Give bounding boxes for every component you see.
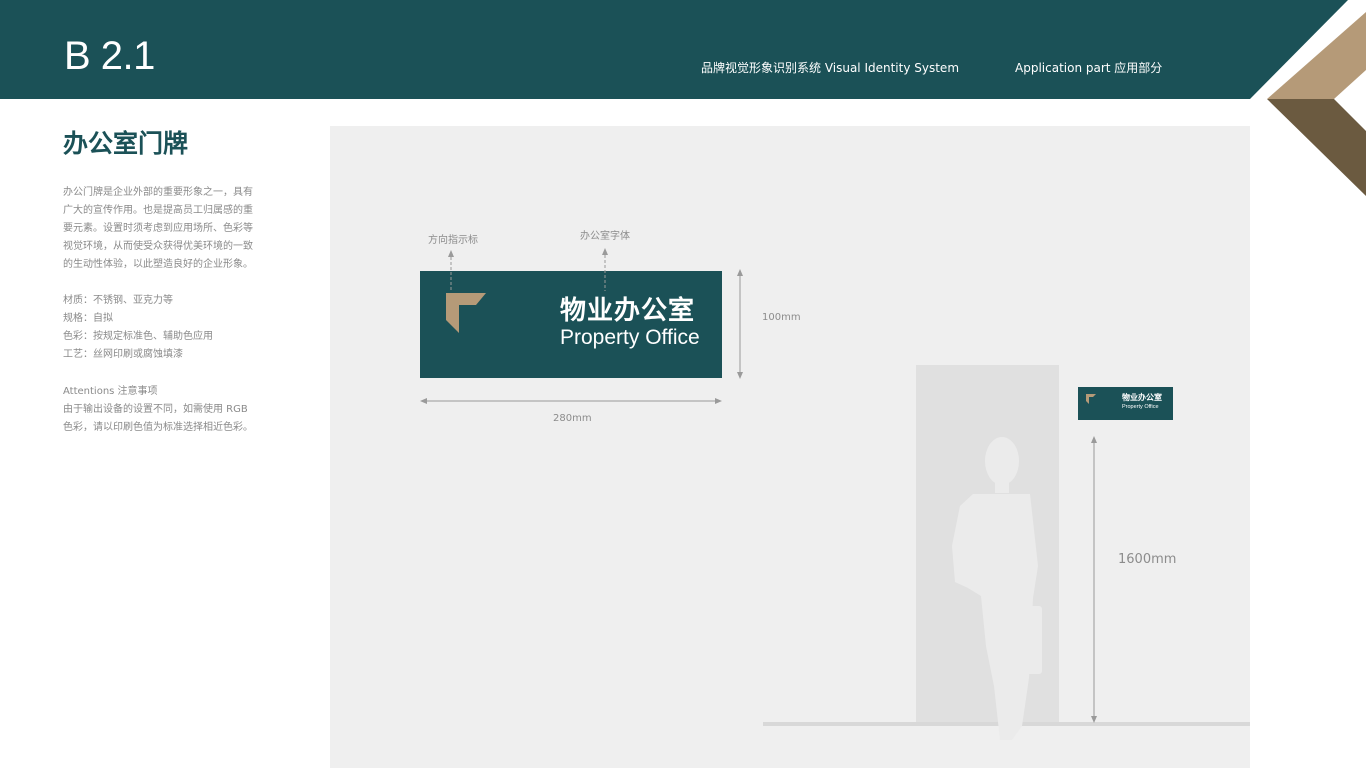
attention-title: Attentions 注意事项 (63, 386, 158, 397)
width-dimension: 280mm (553, 413, 592, 424)
sign-chinese-name: 物业办公室 (560, 296, 696, 326)
description-line: 要元素。设置时须考虑到应用场所、色彩等 (63, 223, 253, 234)
spec-size: 规格：自拟 (63, 313, 113, 324)
corner-decoration (1267, 0, 1366, 196)
description-line: 广大的宣传作用。也是提高员工归属感的重 (63, 205, 253, 216)
header-band: B 2.1 品牌视觉形象识别系统 Visual Identity System … (0, 0, 1366, 99)
attention-line: 由于输出设备的设置不同，如需使用 RGB (63, 404, 248, 415)
page-title: 办公室门牌 (63, 129, 189, 158)
attention-line: 色彩，请以印刷色值为标准选择相近色彩。 (63, 422, 253, 433)
height-dimension: 100mm (762, 312, 801, 323)
description-line: 的生动性体验，以此塑造良好的企业形象。 (63, 259, 253, 270)
description: 办公门牌是企业外部的重要形象之一，具有 广大的宣传作用。也是提高员工归属感的重 … (63, 184, 268, 274)
wall-sign-english-name: Property Office (1122, 404, 1159, 410)
system-label: 品牌视觉形象识别系统 Visual Identity System (701, 61, 960, 75)
section-code: B 2.1 (64, 34, 155, 78)
mockup-canvas (330, 126, 1250, 768)
sign-english-name: Property Office (560, 326, 700, 349)
header-shape (0, 0, 1348, 99)
wall-sign-chinese-name: 物业办公室 (1122, 393, 1162, 402)
mockup-drawing (420, 248, 1250, 740)
font-label: 办公室字体 (580, 231, 630, 242)
part-label: Application part 应用部分 (1015, 61, 1163, 75)
specs: 材质：不锈钢、亚克力等 规格：自拟 色彩：按规定标准色、辅助色应用 工艺：丝网印… (63, 292, 213, 364)
spec-process: 工艺：丝网印刷或腐蚀填漆 (63, 349, 183, 360)
mount-height-dimension: 1600mm (1118, 552, 1177, 567)
spec-color: 色彩：按规定标准色、辅助色应用 (63, 331, 213, 342)
description-line: 视觉环境，从而使受众获得优美环境的一致 (63, 241, 253, 252)
description-line: 办公门牌是企业外部的重要形象之一，具有 (63, 187, 253, 198)
spec-material: 材质：不锈钢、亚克力等 (63, 295, 173, 306)
indicator-label: 方向指示标 (428, 235, 478, 246)
attentions: Attentions 注意事项 由于输出设备的设置不同，如需使用 RGB 色彩，… (63, 383, 268, 437)
